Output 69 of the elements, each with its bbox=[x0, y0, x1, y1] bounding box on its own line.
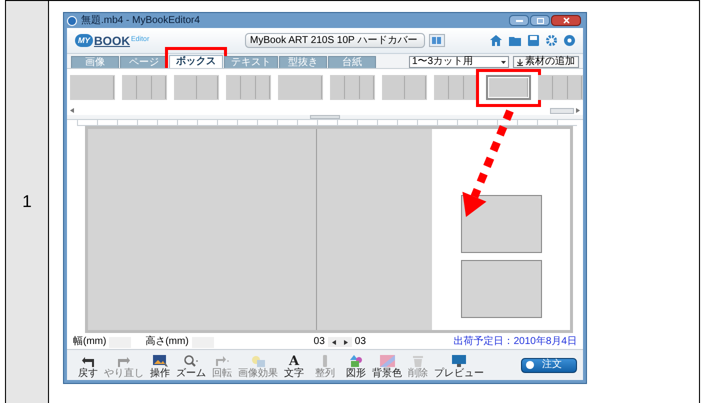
maximize-icon bbox=[536, 18, 544, 24]
bar-icon bbox=[322, 355, 328, 367]
add-material-button[interactable]: 素材の追加 bbox=[513, 56, 579, 68]
monitor-icon bbox=[452, 355, 466, 367]
redo-icon bbox=[118, 356, 130, 366]
previous-page-button[interactable] bbox=[328, 337, 340, 347]
scroll-right-icon[interactable] bbox=[576, 108, 580, 113]
folder-icon[interactable] bbox=[509, 36, 521, 46]
dropdown-caret-icon bbox=[501, 60, 506, 64]
window-title: 無題.mb4 - MyBookEditor4 bbox=[81, 16, 200, 26]
layout-thumbnail[interactable] bbox=[122, 75, 167, 100]
search-icon bbox=[184, 355, 198, 367]
letter-icon: A bbox=[288, 354, 300, 368]
rotate-icon bbox=[215, 355, 229, 367]
left-arrow-icon bbox=[332, 340, 336, 344]
toolbar-button[interactable]: ズーム bbox=[176, 351, 206, 379]
page-number: 03 bbox=[354, 337, 366, 347]
width-field[interactable] bbox=[109, 336, 132, 348]
logo-badge: MY bbox=[75, 34, 93, 47]
layout-thumbnail[interactable] bbox=[434, 75, 479, 100]
close-icon bbox=[562, 17, 570, 24]
product-field[interactable]: MyBook ART 210S 10P ハードカバー bbox=[245, 33, 425, 48]
home-icon[interactable] bbox=[490, 35, 502, 46]
layout-thumbnail[interactable] bbox=[226, 75, 271, 100]
product-button[interactable] bbox=[429, 34, 445, 47]
download-icon bbox=[517, 58, 523, 66]
minimize-icon bbox=[516, 19, 522, 22]
scroll-thumb[interactable] bbox=[550, 108, 574, 114]
settings-icon[interactable] bbox=[546, 35, 557, 46]
layout-thumbnail[interactable] bbox=[330, 75, 375, 100]
layout-thumbnail[interactable] bbox=[538, 75, 583, 100]
save-icon[interactable] bbox=[528, 35, 539, 46]
logo: BOOK bbox=[94, 32, 130, 50]
toolbar-button[interactable]: A 文字 bbox=[279, 351, 309, 379]
book-icon bbox=[432, 37, 442, 44]
layout-thumbnail[interactable] bbox=[486, 75, 531, 100]
splitter-handle[interactable] bbox=[310, 115, 340, 119]
layout-thumbnail[interactable] bbox=[70, 75, 115, 100]
minimize-button[interactable] bbox=[509, 15, 529, 26]
lightbulb-icon bbox=[251, 355, 265, 367]
height-field[interactable] bbox=[192, 336, 214, 348]
image-icon bbox=[152, 355, 168, 367]
right-arrow-icon bbox=[344, 340, 348, 344]
next-page-button[interactable] bbox=[340, 337, 352, 347]
layout-thumbnail[interactable] bbox=[278, 75, 323, 100]
toolbar-button[interactable]: 背景色 bbox=[372, 351, 402, 379]
layout-filter-dropdown[interactable]: 1〜3カット用 bbox=[409, 56, 509, 68]
row-number: 1 bbox=[22, 191, 32, 214]
layout-thumbnail[interactable] bbox=[382, 75, 427, 100]
app-icon bbox=[67, 16, 77, 26]
trash-icon bbox=[413, 355, 423, 367]
toolbar-button[interactable]: プレビュー bbox=[434, 351, 484, 379]
maximize-button[interactable] bbox=[530, 15, 550, 26]
tab[interactable]: ボックス bbox=[169, 55, 223, 68]
shapes-icon bbox=[350, 355, 362, 367]
ship-date: 出荷予定日：2010年8月4日 bbox=[454, 337, 577, 347]
toolbar-button[interactable]: 図形 bbox=[341, 351, 371, 379]
page-number: 03 bbox=[314, 337, 325, 347]
toolbar-button[interactable]: 戻す bbox=[73, 351, 103, 379]
dropdown-value: 1〜3カット用 bbox=[412, 57, 474, 67]
gradient-swatch-icon bbox=[380, 355, 394, 367]
height-label: 高さ(mm) bbox=[145, 337, 189, 347]
toolbar-button[interactable]: 操作 bbox=[145, 351, 175, 379]
undo-icon bbox=[82, 356, 94, 366]
order-button[interactable]: 注文 bbox=[521, 358, 577, 372]
close-button[interactable] bbox=[551, 15, 581, 26]
scroll-left-icon[interactable] bbox=[70, 108, 74, 113]
layout-thumbnail[interactable] bbox=[174, 75, 219, 100]
width-label: 幅(mm) bbox=[73, 337, 106, 347]
